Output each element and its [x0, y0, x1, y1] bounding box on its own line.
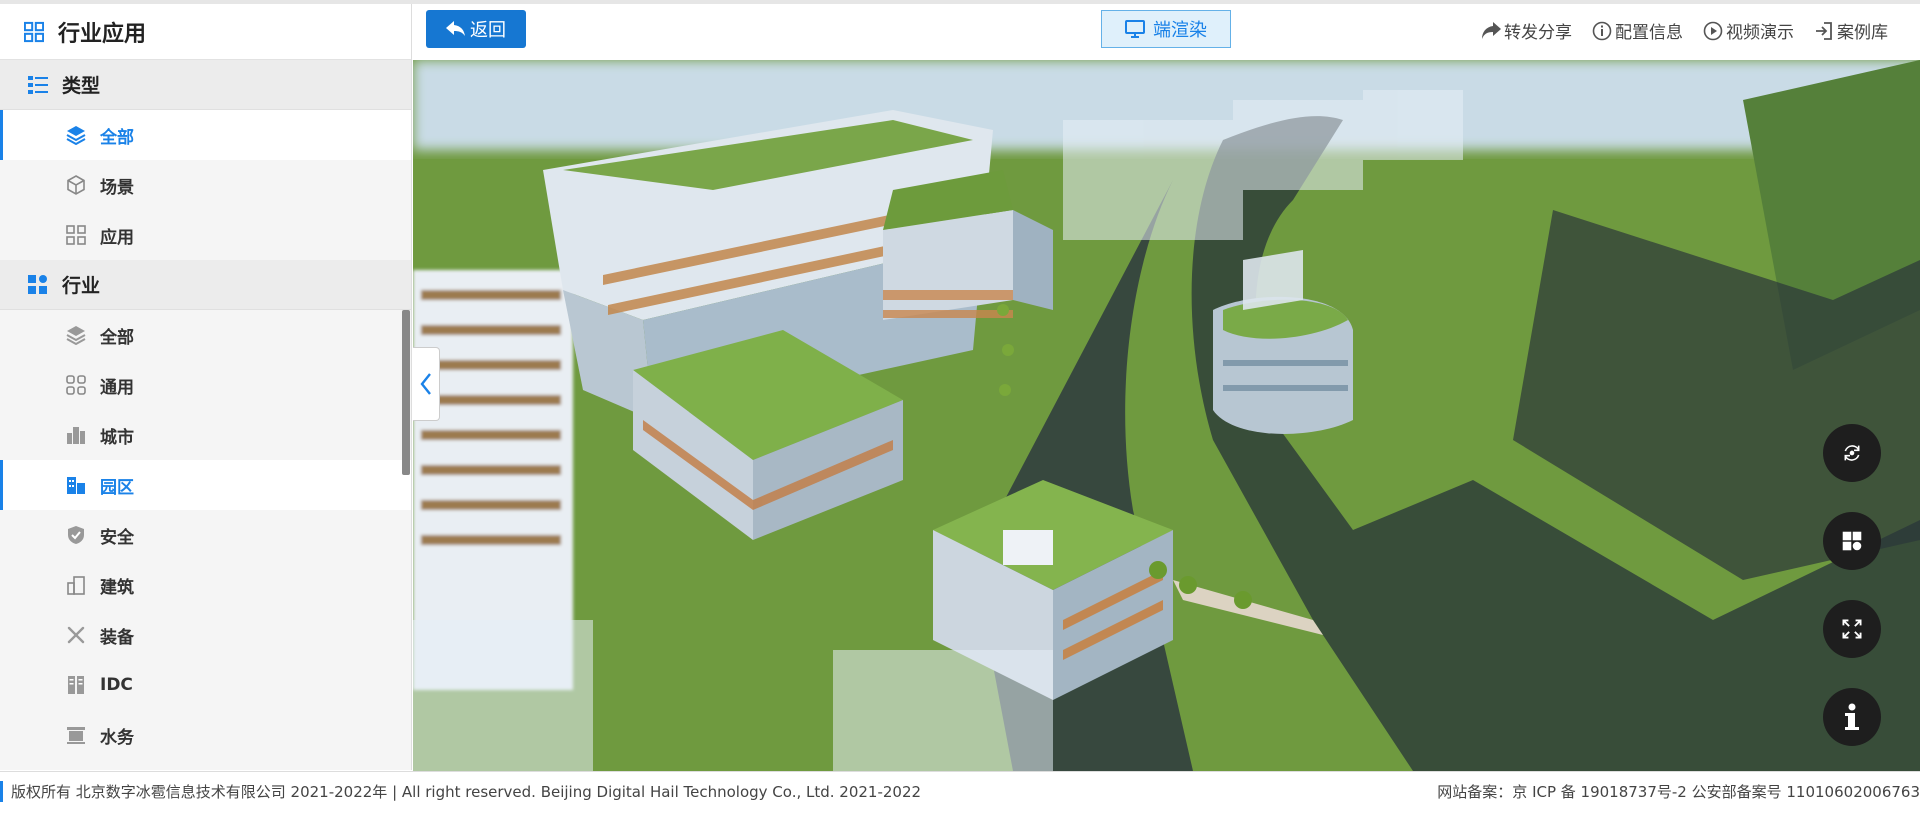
fullscreen-icon	[1842, 619, 1862, 639]
layers-icon	[66, 325, 86, 345]
grid-apps-icon	[24, 21, 44, 42]
collapse-sidebar-button[interactable]	[413, 347, 440, 421]
group-industry[interactable]: 行业	[0, 260, 411, 310]
building-icon	[66, 575, 86, 595]
rotate-view-button[interactable]	[1823, 424, 1881, 482]
item-label: 全部	[100, 127, 134, 148]
reply-arrow-icon	[446, 19, 466, 39]
sidebar-header: 行业应用	[0, 4, 411, 60]
group-type[interactable]: 类型	[0, 60, 411, 110]
layout-button[interactable]	[1823, 512, 1881, 570]
group-label: 行业	[62, 275, 101, 297]
config-info-link[interactable]: 配置信息	[1592, 18, 1683, 43]
item-label: 建筑	[100, 577, 134, 598]
item-label: 装备	[100, 627, 134, 648]
sign-in-icon	[1814, 21, 1834, 41]
info-button[interactable]	[1823, 688, 1881, 746]
industry-item-all[interactable]: 全部	[0, 310, 411, 360]
item-label: 应用	[100, 227, 134, 248]
layers-icon	[66, 125, 86, 145]
back-label: 返回	[470, 20, 506, 41]
item-label: 全部	[100, 327, 134, 348]
type-item-scene[interactable]: 场景	[0, 160, 411, 210]
top-links: 转发分享 配置信息 视频演示 案例库	[1481, 18, 1888, 43]
industry-item-equipment[interactable]: 装备	[0, 610, 411, 660]
type-item-app[interactable]: 应用	[0, 210, 411, 260]
copyright-text: 版权所有 北京数字冰雹信息技术有限公司 2021-2022年 | All rig…	[0, 781, 921, 802]
cube-icon	[66, 175, 86, 195]
back-button[interactable]: 返回	[426, 10, 526, 48]
industry-item-city[interactable]: 城市	[0, 410, 411, 460]
industry-item-general[interactable]: 通用	[0, 360, 411, 410]
share-label: 转发分享	[1504, 23, 1572, 43]
sidebar: 行业应用 类型 全部 场景 应用 行业 全部 通用 城市 园区 安全 建筑 装备…	[0, 4, 412, 770]
industry-item-idc[interactable]: IDC	[0, 660, 411, 710]
render-mode-label: 端渲染	[1153, 20, 1207, 41]
app-grid-icon	[66, 225, 86, 245]
shield-icon	[66, 525, 86, 545]
item-label: 通用	[100, 377, 134, 398]
share-link[interactable]: 转发分享	[1481, 18, 1572, 43]
item-label: 城市	[100, 427, 134, 448]
item-label: IDC	[100, 675, 133, 695]
item-label: 园区	[100, 477, 134, 498]
list-icon	[28, 75, 48, 95]
item-label: 安全	[100, 527, 134, 548]
share-arrow-icon	[1481, 21, 1501, 41]
render-mode-button[interactable]: 端渲染	[1101, 10, 1231, 48]
four-squares-icon	[66, 375, 86, 395]
city-icon	[66, 425, 86, 445]
campus-3d-scene	[413, 60, 1920, 771]
case-library-link[interactable]: 案例库	[1814, 18, 1888, 43]
park-building-icon	[66, 475, 86, 495]
category-icon	[28, 274, 48, 295]
tools-icon	[66, 625, 86, 645]
industry-item-water[interactable]: 水务	[0, 710, 411, 760]
industry-item-park[interactable]: 园区	[0, 460, 411, 510]
item-label: 水务	[100, 727, 134, 748]
item-label: 场景	[100, 177, 134, 198]
industry-item-building[interactable]: 建筑	[0, 560, 411, 610]
play-circle-icon	[1703, 21, 1723, 41]
chevron-left-icon	[416, 373, 436, 395]
group-label: 类型	[62, 75, 101, 97]
water-station-icon	[66, 725, 86, 745]
type-item-all[interactable]: 全部	[0, 110, 411, 160]
server-rack-icon	[66, 675, 86, 695]
case-library-label: 案例库	[1837, 23, 1888, 43]
video-demo-label: 视频演示	[1726, 23, 1794, 43]
sidebar-scrollbar[interactable]	[402, 310, 410, 475]
dashboard-icon	[1842, 531, 1862, 551]
video-demo-link[interactable]: 视频演示	[1703, 18, 1794, 43]
3d-viewport[interactable]	[413, 60, 1920, 771]
info-circle-icon	[1592, 21, 1612, 41]
industry-item-security[interactable]: 安全	[0, 510, 411, 560]
footer: 版权所有 北京数字冰雹信息技术有限公司 2021-2022年 | All rig…	[0, 771, 1920, 823]
rotate-360-icon	[1842, 443, 1862, 463]
icp-record-text: 网站备案：京 ICP 备 19018737号-2 公安部备案号 11010602…	[1437, 783, 1920, 801]
config-info-label: 配置信息	[1615, 23, 1683, 43]
fullscreen-button[interactable]	[1823, 600, 1881, 658]
topbar: 返回 端渲染 转发分享 配置信息 视频演示 案例库	[413, 4, 1920, 60]
info-icon	[1842, 703, 1862, 730]
monitor-icon	[1125, 19, 1145, 39]
sidebar-title: 行业应用	[58, 21, 147, 47]
